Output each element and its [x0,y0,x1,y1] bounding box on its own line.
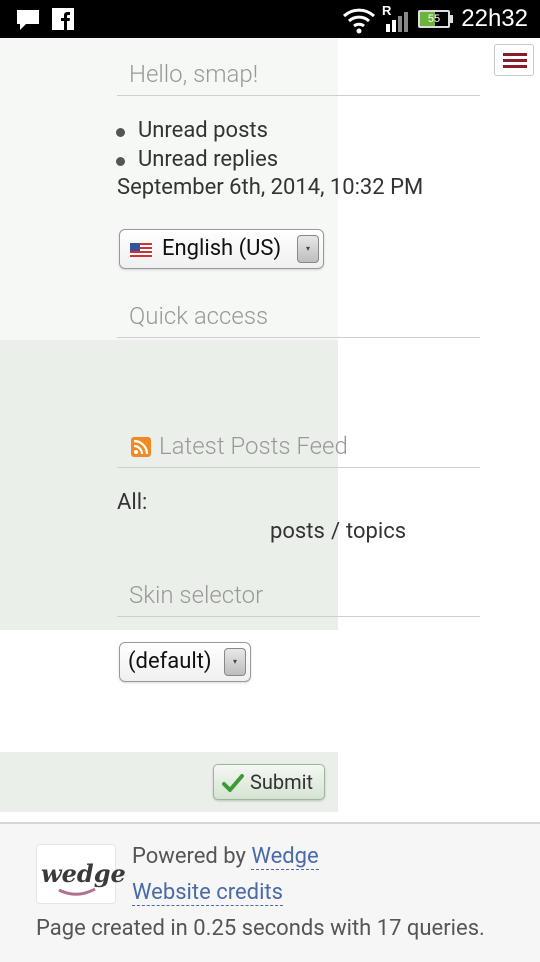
credits-line: Website credits [132,880,283,906]
feed-separator: / [331,519,341,544]
feed-topics-link[interactable]: topics [346,519,406,544]
language-select[interactable]: English (US) ▾ [119,229,324,269]
unread-replies-link[interactable]: Unread replies [138,147,278,172]
footer: wedge Powered by Wedge Website credits P… [0,822,540,962]
bullet-icon [116,128,125,137]
submit-button[interactable]: Submit [213,764,325,800]
page-created-text: Page created in 0.25 seconds with 17 que… [36,916,485,941]
bullet-icon [116,157,125,166]
submit-label: Submit [250,770,314,794]
powered-by-prefix: Powered by [132,844,246,869]
skin-selector-heading: Skin selector [117,577,480,617]
powered-by: Powered by Wedge [132,844,319,870]
wifi-icon [342,8,376,34]
signal-icon [386,12,408,32]
skin-select[interactable]: (default) ▾ [119,642,251,682]
us-flag-icon [130,243,152,257]
feed-heading: Latest Posts Feed [117,428,480,468]
feed-title: Latest Posts Feed [159,432,348,460]
checkmark-icon [222,774,244,792]
battery-icon: 55 [418,10,450,28]
chat-icon [17,10,39,30]
website-credits-link[interactable]: Website credits [132,880,283,906]
chevron-down-icon: ▾ [224,648,246,676]
unread-posts-link[interactable]: Unread posts [138,118,268,143]
facebook-icon [52,8,74,30]
rss-icon [131,437,151,457]
hello-heading: Hello, smap! [117,56,480,96]
clock: 22h32 [461,5,528,32]
quick-access-heading: Quick access [117,298,480,338]
status-bar: R 55 22h32 [0,0,540,38]
current-datetime: September 6th, 2014, 10:32 PM [117,175,424,200]
skin-select-value: (default) [128,649,212,674]
language-select-value: English (US) [162,236,282,261]
menu-button[interactable] [494,44,534,76]
feed-all-label: All: [117,490,148,515]
wedge-logo: wedge [36,844,126,904]
chevron-down-icon: ▾ [297,235,319,263]
wedge-link[interactable]: Wedge [251,844,319,870]
feed-posts-link[interactable]: posts [270,519,325,544]
